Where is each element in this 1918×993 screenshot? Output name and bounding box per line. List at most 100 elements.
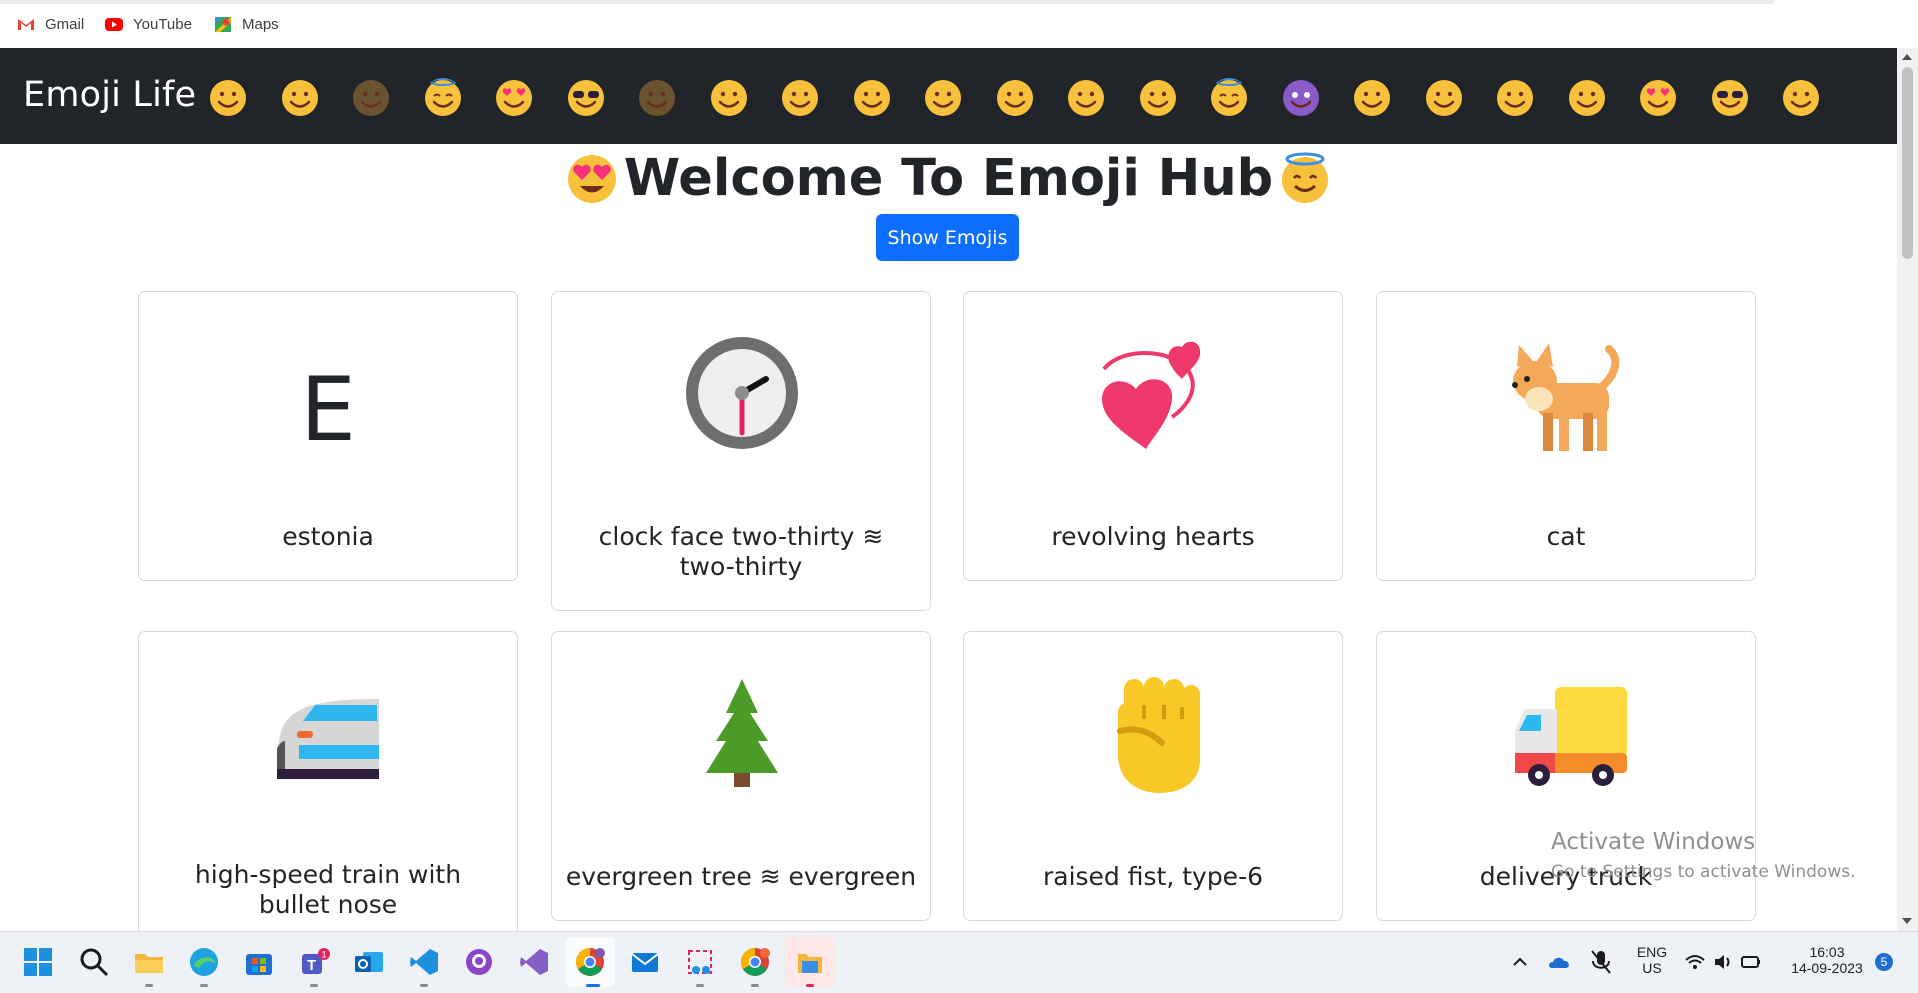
page-title: Welcome To Emoji Hub (623, 148, 1274, 208)
windows-start-icon[interactable] (22, 946, 54, 978)
face-savoring-food-icon[interactable] (280, 78, 320, 118)
smirking-face-icon[interactable] (1781, 78, 1821, 118)
chevron-up-icon[interactable] (1510, 952, 1530, 972)
youtube-icon (105, 18, 123, 31)
show-emojis-button[interactable]: Show Emojis (876, 214, 1019, 261)
chrome-icon[interactable] (574, 946, 606, 978)
squinting-face-icon[interactable] (1138, 78, 1178, 118)
onedrive-icon[interactable] (1548, 952, 1572, 972)
maps-icon (215, 17, 231, 32)
tears-of-joy-icon[interactable] (852, 78, 892, 118)
vscode-icon[interactable] (408, 946, 440, 978)
smiling-face-with-halo-icon (1282, 152, 1329, 203)
language-code: ENG (1636, 944, 1668, 960)
activate-windows-subtitle: Go to Settings to activate Windows. (1551, 862, 1856, 882)
heart-eyes-icon (567, 155, 616, 203)
delivery-truck-icon (1515, 687, 1627, 786)
microsoft-store-icon[interactable] (243, 946, 275, 978)
smiling-face-icon[interactable] (208, 78, 248, 118)
clock-time: 16:03 (1809, 944, 1845, 960)
smiling-face-with-halo-icon[interactable] (423, 78, 463, 118)
teams-icon[interactable]: T 1 (298, 946, 330, 978)
beaming-face-icon[interactable] (780, 78, 820, 118)
scroll-up-arrow-icon[interactable] (1902, 54, 1912, 60)
grinning-face-icon[interactable] (709, 78, 749, 118)
bookmark-gmail[interactable]: Gmail (16, 14, 84, 34)
kissing-face-dark-icon[interactable] (637, 78, 677, 118)
snipping-tool-icon[interactable] (684, 946, 716, 978)
top-navbar: Emoji Life (0, 48, 1897, 144)
revolving-hearts-icon (1102, 341, 1201, 449)
scroll-thumb[interactable] (1902, 67, 1913, 259)
bookmark-label: Maps (242, 15, 279, 33)
language-indicator[interactable]: ENG US (1632, 944, 1672, 976)
clock-icon (686, 337, 798, 449)
page-scrollbar[interactable] (1897, 48, 1918, 931)
sunglasses-face-icon[interactable] (566, 78, 606, 118)
running-indicator (751, 984, 759, 987)
card-title: clock face two-thirty ≋ two-thirty (598, 522, 884, 581)
bookmark-maps[interactable]: Maps (213, 14, 279, 34)
file-explorer-folder-icon[interactable] (794, 946, 826, 978)
running-indicator (200, 984, 208, 987)
evergreen-tree-icon (706, 679, 778, 787)
mail-icon[interactable] (629, 946, 661, 978)
emoji-card[interactable]: revolving hearts (963, 291, 1343, 581)
brand-title[interactable]: Emoji Life (23, 75, 196, 115)
smiling-face-with-halo-icon[interactable] (1209, 78, 1249, 118)
running-indicator (310, 984, 318, 987)
hero-heading: Welcome To Emoji Hub (0, 148, 1897, 208)
clock-area[interactable]: 16:03 14-09-2023 (1782, 944, 1872, 976)
card-title: raised fist, type-6 (1042, 862, 1263, 891)
file-explorer-icon[interactable] (133, 946, 165, 978)
smiling-imp-icon[interactable] (1281, 78, 1321, 118)
activate-windows-title: Activate Windows (1551, 829, 1756, 855)
raised-fist-icon (1117, 677, 1200, 793)
bookmarks-bar: Gmail YouTube Maps (0, 0, 1918, 49)
outlook-icon[interactable] (353, 946, 385, 978)
region-code: US (1642, 960, 1662, 976)
face-savoring-food-icon[interactable] (1495, 78, 1535, 118)
emoji-card[interactable]: E estonia (138, 291, 518, 581)
smiling-face-icon[interactable] (1424, 78, 1464, 118)
card-title: evergreen tree ≋ evergreen (565, 862, 917, 891)
search-icon[interactable] (78, 946, 110, 978)
heart-eyes-icon[interactable] (1638, 78, 1678, 118)
visual-studio-icon[interactable] (518, 946, 550, 978)
scroll-down-arrow-icon[interactable] (1902, 918, 1912, 924)
emoji-card[interactable]: high-speed train with bullet nose (138, 631, 518, 951)
grinning-sweat-icon[interactable] (1066, 78, 1106, 118)
card-title: estonia (282, 522, 374, 551)
grinning-big-eyes-icon[interactable] (923, 78, 963, 118)
emoji-card[interactable]: evergreen tree ≋ evergreen (551, 631, 931, 921)
bookmark-youtube[interactable]: YouTube (104, 14, 192, 34)
edge-icon[interactable] (188, 946, 220, 978)
notification-badge[interactable]: 5 (1875, 953, 1893, 971)
running-indicator (145, 984, 153, 987)
running-indicator (420, 984, 428, 987)
card-title: revolving hearts (1051, 522, 1255, 551)
clock-date: 14-09-2023 (1791, 960, 1863, 976)
emoji-card[interactable]: raised fist, type-6 (963, 631, 1343, 921)
alert-indicator (806, 984, 814, 987)
winking-face-icon[interactable] (1352, 78, 1392, 118)
heart-eyes-icon[interactable] (494, 78, 534, 118)
emoji-card[interactable]: clock face two-thirty ≋ two-thirty (551, 291, 931, 611)
address-bar-edge (0, 0, 1775, 4)
emoji-card[interactable]: cat (1376, 291, 1756, 581)
card-title: high-speed train with bullet nose (194, 860, 462, 919)
relieved-face-icon[interactable] (1567, 78, 1607, 118)
relieved-face-dark-icon[interactable] (351, 78, 391, 118)
active-indicator (586, 984, 600, 987)
chrome-profile-icon[interactable] (739, 946, 771, 978)
bullet-train-icon (277, 699, 379, 779)
microphone-muted-icon[interactable] (1589, 948, 1613, 976)
running-indicator (696, 984, 704, 987)
battery-icon[interactable] (1740, 952, 1762, 972)
sunglasses-face-icon[interactable] (1710, 78, 1750, 118)
cat-icon (1512, 343, 1620, 451)
wifi-icon[interactable] (1684, 952, 1706, 972)
grinning-smiling-eyes-icon[interactable] (995, 78, 1035, 118)
volume-icon[interactable] (1712, 952, 1734, 972)
github-desktop-icon[interactable] (463, 946, 495, 978)
